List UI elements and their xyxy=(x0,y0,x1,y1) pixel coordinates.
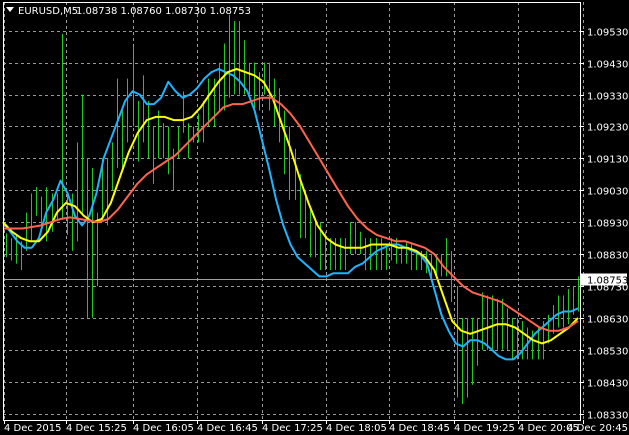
price-chart[interactable]: 1.09530 1.09430 1.09330 1.09230 1.09130 1.090… xyxy=(0,0,629,435)
y-tick-label: 1.09430 xyxy=(587,60,628,71)
y-tick-label: 1.08830 xyxy=(587,251,628,262)
y-tick-label: 1.09530 xyxy=(587,28,628,39)
y-tick-label: 1.08430 xyxy=(587,379,628,390)
current-price-label: 1.08753 xyxy=(587,276,628,287)
y-tick-label: 1.09030 xyxy=(587,187,628,198)
x-tick-label: 4 Dec 17:25 xyxy=(262,423,323,434)
x-tick-label: 4 Dec 18:05 xyxy=(326,423,387,434)
y-tick-label: 1.09230 xyxy=(587,123,628,134)
y-tick-label: 1.09130 xyxy=(587,155,628,166)
y-tick-label: 1.08330 xyxy=(587,411,628,422)
x-tick-label: 4 Dec 15:25 xyxy=(66,423,127,434)
x-tick-label: 4 Dec 2015 xyxy=(4,423,62,434)
symbol-label: EURUSD,M5 xyxy=(18,6,78,17)
chart-header[interactable]: EURUSD,M5 1.08738 1.08760 1.08730 1.0875… xyxy=(6,6,251,17)
x-axis-ticks: 4 Dec 2015 4 Dec 15:25 4 Dec 16:05 4 Dec 16… xyxy=(4,420,628,434)
x-tick-label: 4 Dec 16:05 xyxy=(133,423,194,434)
x-tick-label: 4 Dec 16:45 xyxy=(197,423,258,434)
y-tick-label: 1.08530 xyxy=(587,347,628,358)
y-tick-label: 1.09330 xyxy=(587,92,628,103)
x-tick-label: 4 Dec 18:45 xyxy=(389,423,450,434)
ohlc-values: 1.08738 1.08760 1.08730 1.08753 xyxy=(76,6,251,17)
current-price-badge: 1.08753 xyxy=(581,273,628,287)
y-tick-label: 1.08630 xyxy=(587,315,628,326)
x-tick-label: 4 Dec 19:25 xyxy=(454,423,515,434)
y-tick-label: 1.08930 xyxy=(587,219,628,230)
x-tick-label: 4 Dec 20:45 xyxy=(567,423,628,434)
